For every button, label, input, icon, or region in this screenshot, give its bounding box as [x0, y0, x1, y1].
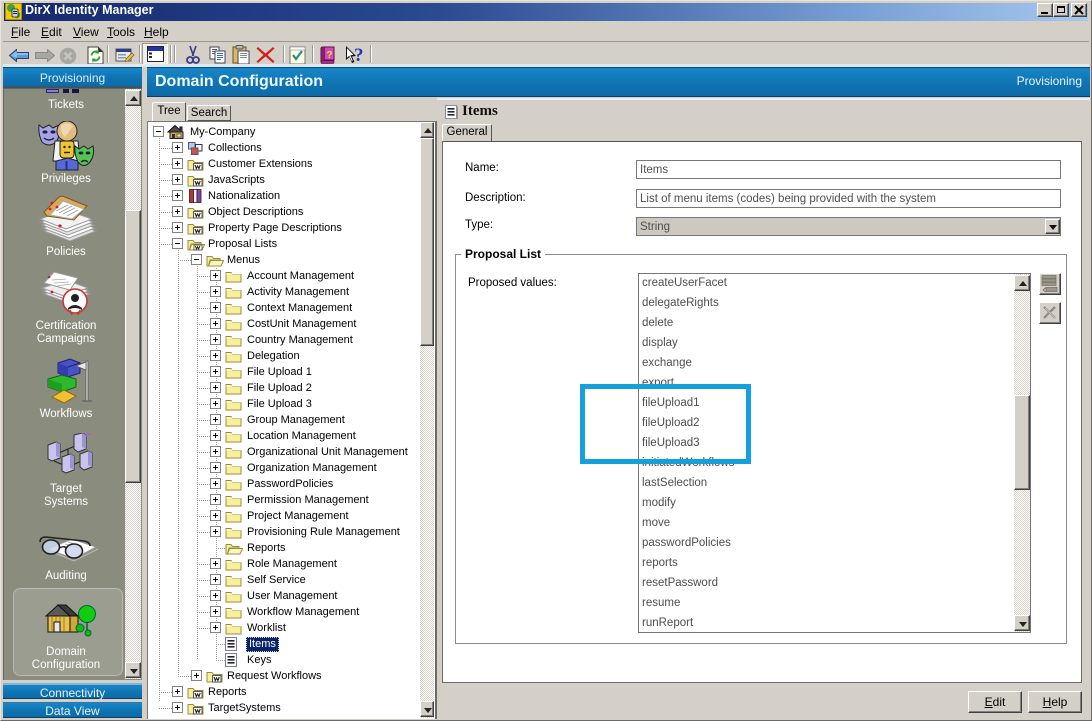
svg-text:?: ?: [354, 45, 364, 65]
svg-text:?: ?: [327, 50, 333, 61]
